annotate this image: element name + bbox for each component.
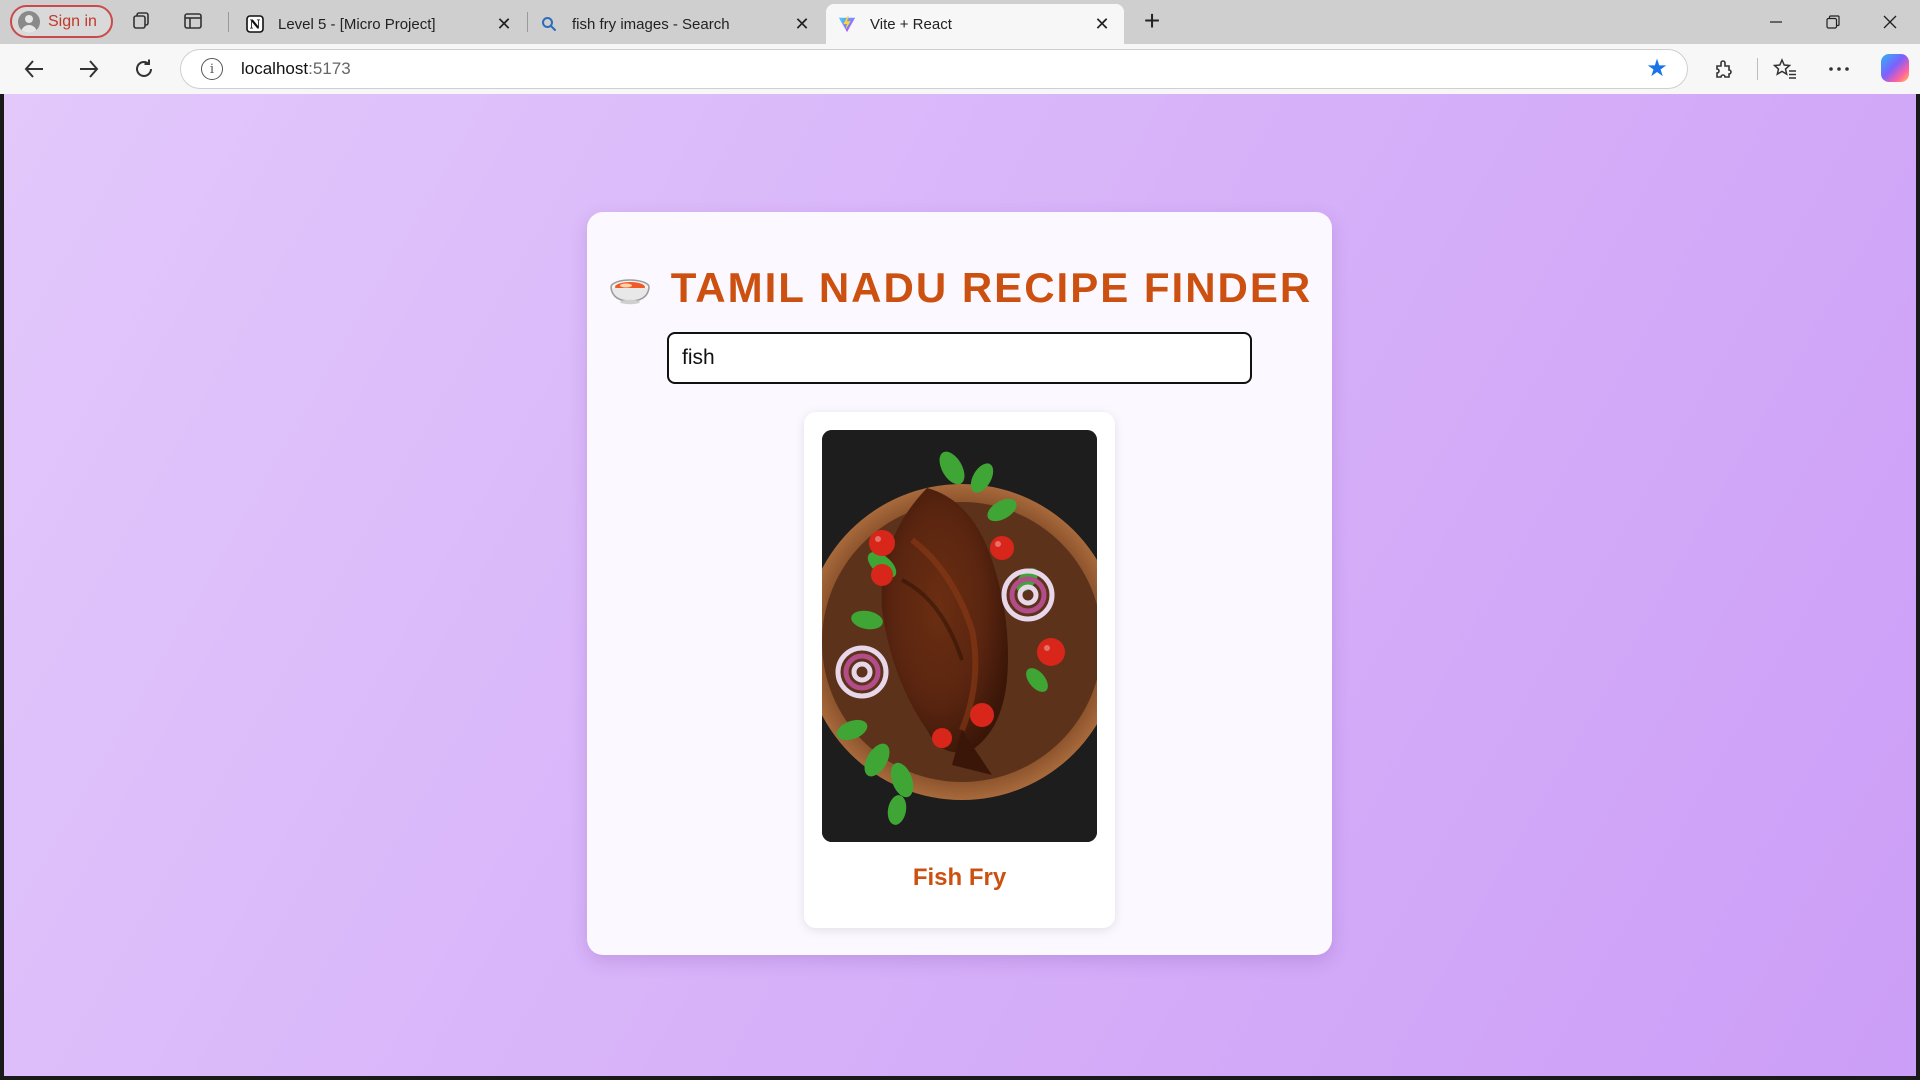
bowl-emoji-icon: [607, 268, 653, 308]
url-host: localhost: [241, 59, 309, 78]
page-header: TAMIL NADU RECIPE FINDER: [587, 264, 1332, 312]
site-info-icon[interactable]: i: [201, 58, 223, 80]
page-title: TAMIL NADU RECIPE FINDER: [670, 264, 1313, 311]
refresh-icon[interactable]: [131, 56, 157, 82]
copilot-icon[interactable]: [1881, 54, 1909, 82]
url-port: :5173: [308, 59, 351, 78]
sign-in-label: Sign in: [48, 12, 97, 30]
more-options-icon[interactable]: [1826, 56, 1852, 82]
close-window-icon[interactable]: [1862, 0, 1918, 44]
search-icon: [540, 15, 558, 33]
browser-toolbar: i localhost:5173 ★: [0, 44, 1920, 94]
recipe-title[interactable]: Fish Fry: [804, 864, 1115, 892]
fish-fry-photo: [822, 430, 1097, 842]
tab-vite-react[interactable]: Vite + React ✕: [826, 4, 1124, 44]
tab-separator: [228, 12, 229, 32]
address-bar[interactable]: i localhost:5173 ★: [180, 49, 1688, 89]
svg-text:N: N: [250, 18, 261, 32]
favorite-star-icon[interactable]: ★: [1645, 57, 1669, 82]
vertical-tabs-icon[interactable]: [182, 10, 204, 32]
recipe-finder-card: TAMIL NADU RECIPE FINDER fish Fish Fry: [587, 212, 1332, 955]
close-tab-icon[interactable]: ✕: [794, 14, 810, 34]
tab-title: fish fry images - Search: [572, 15, 730, 33]
new-tab-button[interactable]: +: [1138, 7, 1166, 36]
notion-icon: N: [246, 15, 264, 33]
tab-level5[interactable]: N Level 5 - [Micro Project] ✕: [234, 4, 526, 44]
address-url: localhost:5173: [241, 59, 351, 79]
extensions-icon[interactable]: [1711, 56, 1737, 82]
tab-title: Level 5 - [Micro Project]: [278, 15, 436, 33]
close-tab-icon[interactable]: ✕: [1094, 14, 1110, 34]
recipe-search-input[interactable]: [667, 332, 1252, 384]
recipe-card[interactable]: Fish Fry: [804, 412, 1115, 928]
tab-fish-fry-search[interactable]: fish fry images - Search ✕: [528, 4, 824, 44]
restore-icon[interactable]: [1805, 0, 1861, 44]
toolbar-separator: [1757, 58, 1758, 80]
back-icon[interactable]: [21, 56, 47, 82]
vite-icon: [838, 15, 856, 33]
minimize-icon[interactable]: [1748, 0, 1804, 44]
page-viewport: TAMIL NADU RECIPE FINDER fish Fish Fry: [4, 94, 1916, 1076]
tab-title: Vite + React: [870, 15, 952, 33]
favorites-icon[interactable]: [1772, 56, 1798, 82]
close-tab-icon[interactable]: ✕: [496, 14, 512, 34]
forward-icon[interactable]: [76, 56, 102, 82]
workspaces-icon[interactable]: [130, 10, 152, 32]
sign-in-button[interactable]: Sign in: [10, 5, 113, 38]
window-bottom-border: [0, 1076, 1920, 1080]
tab-strip: Sign in N Level 5 - [Micro Project] ✕ fi…: [0, 0, 1920, 44]
profile-avatar-icon: [18, 10, 40, 33]
